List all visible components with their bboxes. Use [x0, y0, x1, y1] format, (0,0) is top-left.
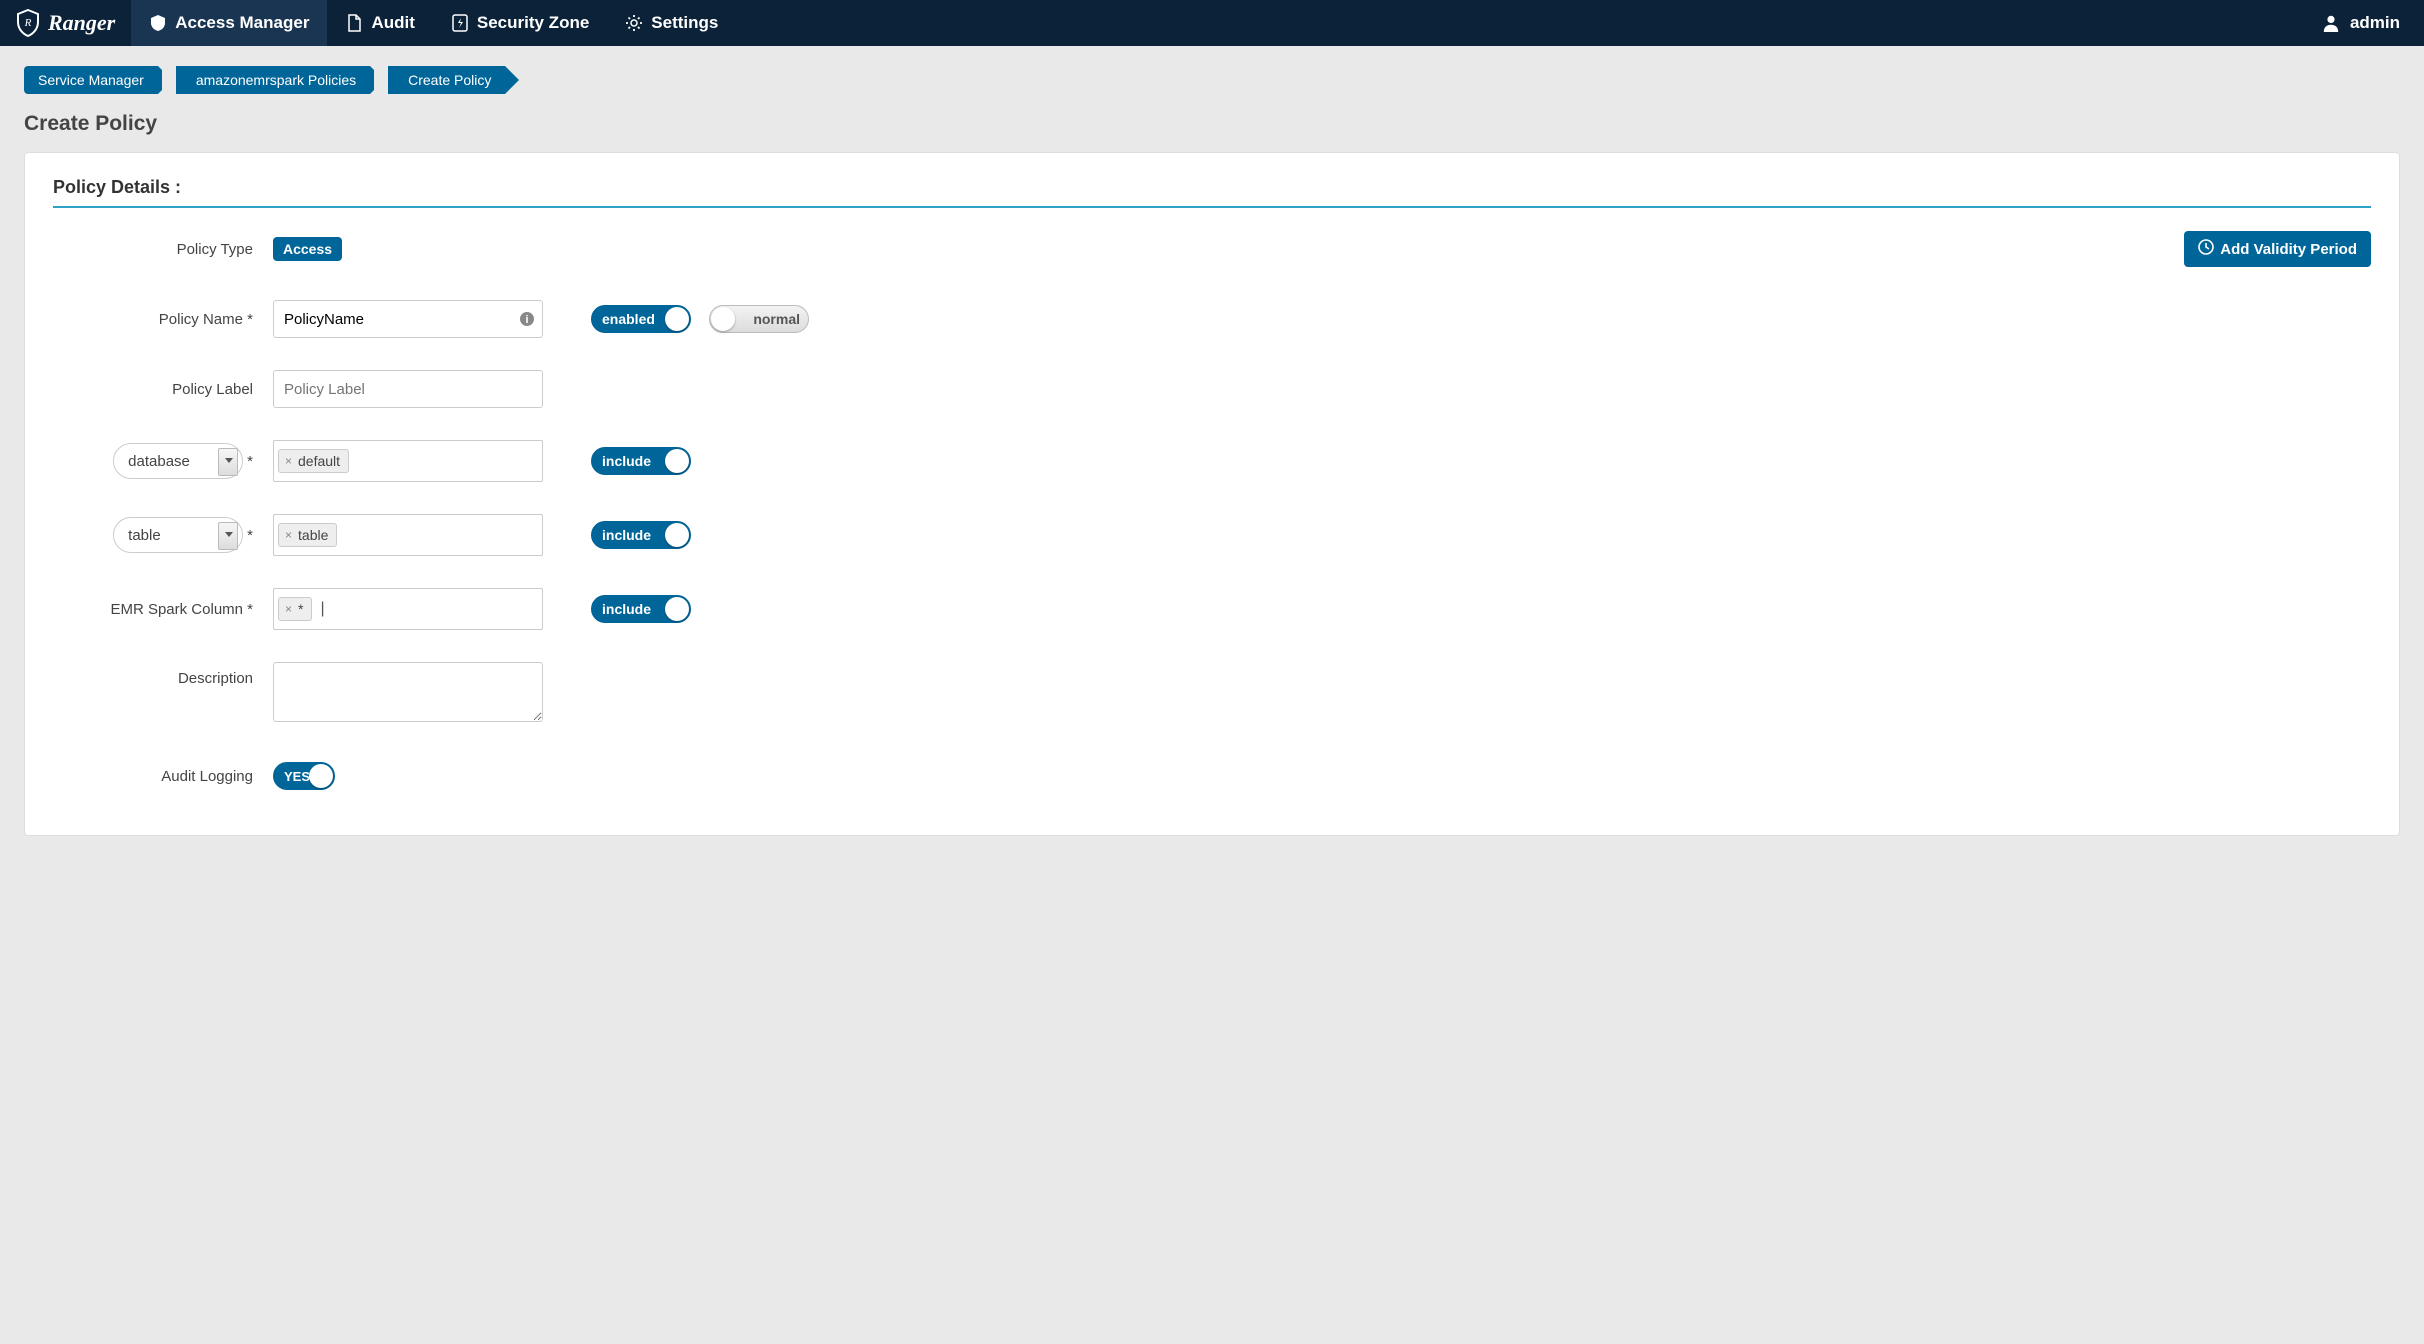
policy-name-input[interactable] [273, 300, 543, 338]
section-heading: Policy Details : [53, 177, 2371, 208]
label-policy-type: Policy Type [53, 241, 273, 258]
nav-label: Settings [651, 13, 718, 33]
tag-remove-icon[interactable]: × [283, 454, 294, 468]
row-policy-type: Policy Type Access Add Validity Period [53, 230, 2371, 268]
row-resource-table: table * × table include [53, 514, 2371, 556]
bolt-icon [451, 14, 469, 32]
nav-label: Security Zone [477, 13, 589, 33]
row-emr-column: EMR Spark Column * × * | include [53, 588, 2371, 630]
add-validity-label: Add Validity Period [2220, 241, 2357, 258]
include-toggle-table[interactable]: include [591, 521, 691, 549]
row-policy-label: Policy Label [53, 370, 2371, 408]
resource-selector-value: database [128, 453, 190, 470]
policy-type-badge: Access [273, 237, 342, 261]
chevron-down-icon [225, 458, 233, 463]
user-icon [2322, 14, 2340, 32]
emr-column-tags-input[interactable]: × * | [273, 588, 543, 630]
include-toggle-database[interactable]: include [591, 447, 691, 475]
policy-type-value: Access [273, 237, 342, 261]
normal-toggle[interactable]: normal [709, 305, 809, 333]
breadcrumb-policies[interactable]: amazonemrspark Policies [176, 66, 370, 94]
text-cursor: | [316, 600, 324, 618]
audit-logging-toggle[interactable]: YES [273, 762, 335, 790]
svg-text:i: i [525, 314, 528, 326]
nav-access-manager[interactable]: Access Manager [131, 0, 327, 46]
policy-panel: Policy Details : Policy Type Access Add … [24, 152, 2400, 836]
chevron-down-icon [225, 532, 233, 537]
resource-selector-value: table [128, 527, 161, 544]
toggle-knob [665, 449, 689, 473]
toggle-knob [711, 307, 735, 331]
shield-icon [149, 14, 167, 32]
label-policy-name: Policy Name * [53, 311, 273, 328]
nav-items: Access Manager Audit Security Zone Setti… [131, 0, 736, 46]
gear-icon [625, 14, 643, 32]
tag-item: × table [278, 523, 337, 547]
nav-label: Audit [371, 13, 414, 33]
nav-security-zone[interactable]: Security Zone [433, 0, 607, 46]
breadcrumb-service-manager[interactable]: Service Manager [24, 66, 158, 94]
tag-item: × * [278, 597, 312, 621]
row-policy-name: Policy Name * i enabled normal [53, 300, 2371, 338]
row-description: Description [53, 662, 2371, 725]
nav-user-menu[interactable]: admin [2298, 0, 2424, 46]
ranger-logo-icon: R [16, 9, 40, 37]
tag-item: × default [278, 449, 349, 473]
info-icon[interactable]: i [519, 311, 535, 327]
toggle-knob [665, 597, 689, 621]
nav-audit[interactable]: Audit [327, 0, 432, 46]
toggle-knob [309, 764, 333, 788]
brand[interactable]: R Ranger [0, 0, 131, 46]
label-policy-label: Policy Label [53, 381, 273, 398]
label-emr-column: EMR Spark Column * [53, 601, 273, 618]
policy-label-input[interactable] [273, 370, 543, 408]
tag-text: * [298, 601, 303, 617]
nav-user-name: admin [2350, 13, 2400, 33]
breadcrumb-create-policy[interactable]: Create Policy [388, 66, 505, 94]
resource-selector-database[interactable]: database [113, 443, 243, 479]
brand-name: Ranger [48, 10, 115, 36]
include-toggle-emr-column[interactable]: include [591, 595, 691, 623]
tag-remove-icon[interactable]: × [283, 528, 294, 542]
row-resource-database: database * × default include [53, 440, 2371, 482]
label-audit-logging: Audit Logging [53, 768, 273, 785]
page-content: Service Manager amazonemrspark Policies … [0, 46, 2424, 856]
required-asterisk: * [247, 453, 253, 470]
document-icon [345, 14, 363, 32]
tag-text: default [298, 453, 340, 469]
clock-icon [2198, 239, 2214, 259]
svg-text:R: R [24, 17, 32, 29]
nav-settings[interactable]: Settings [607, 0, 736, 46]
add-validity-period-button[interactable]: Add Validity Period [2184, 231, 2371, 267]
label-description: Description [53, 662, 273, 687]
tag-text: table [298, 527, 328, 543]
enabled-toggle[interactable]: enabled [591, 305, 691, 333]
database-tags-input[interactable]: × default [273, 440, 543, 482]
description-textarea[interactable] [273, 662, 543, 722]
resource-selector-table[interactable]: table [113, 517, 243, 553]
top-navbar: R Ranger Access Manager Audit Security Z… [0, 0, 2424, 46]
toggle-knob [665, 307, 689, 331]
nav-label: Access Manager [175, 13, 309, 33]
row-audit-logging: Audit Logging YES [53, 757, 2371, 795]
tag-remove-icon[interactable]: × [283, 602, 294, 616]
toggle-knob [665, 523, 689, 547]
page-title: Create Policy [24, 112, 2400, 136]
table-tags-input[interactable]: × table [273, 514, 543, 556]
required-asterisk: * [247, 527, 253, 544]
breadcrumbs: Service Manager amazonemrspark Policies … [24, 66, 2400, 94]
